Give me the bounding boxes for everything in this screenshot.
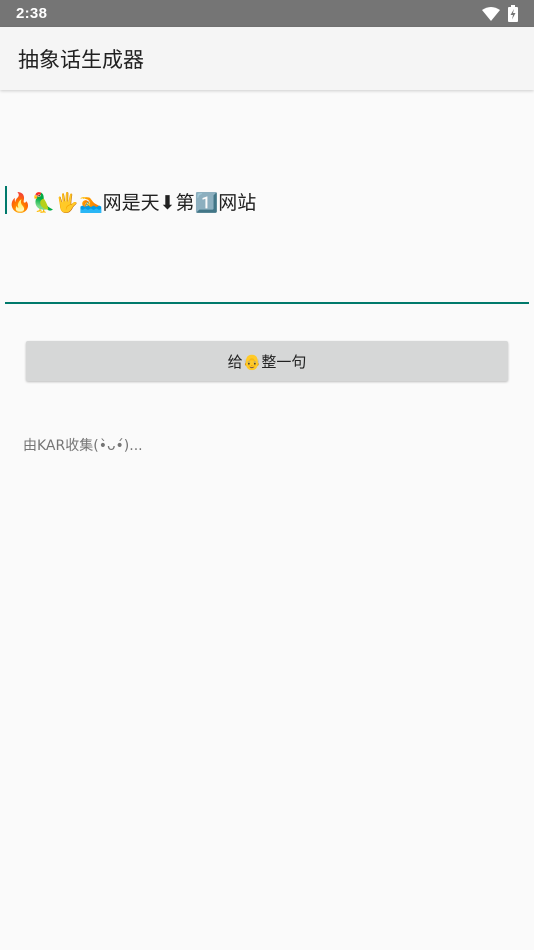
status-icons bbox=[482, 5, 518, 22]
credit-text: 由KAR收集(•̀ᴗ•́)... bbox=[23, 438, 143, 454]
status-bar: 2:38 bbox=[0, 0, 534, 27]
battery-charging-icon bbox=[508, 5, 518, 22]
phrase-input-value[interactable]: 🔥🦜🖐🏊网是天⬇第1️⃣网站 bbox=[8, 188, 256, 215]
status-time: 2:38 bbox=[16, 5, 48, 22]
wifi-icon bbox=[482, 6, 500, 21]
text-cursor bbox=[5, 186, 7, 214]
generate-button[interactable]: 给👴整一句 bbox=[26, 341, 508, 381]
phrase-input-field[interactable]: 🔥🦜🖐🏊网是天⬇第1️⃣网站 bbox=[5, 150, 529, 304]
app-bar: 抽象话生成器 bbox=[0, 27, 534, 90]
app-title: 抽象话生成器 bbox=[18, 47, 144, 72]
